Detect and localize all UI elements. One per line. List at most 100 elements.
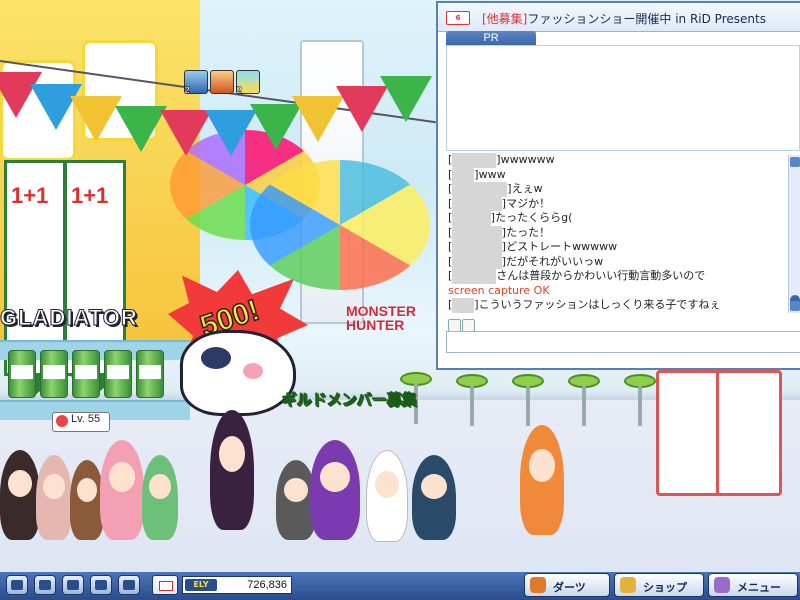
buff-count: 2	[236, 86, 243, 97]
lightning-buff-icon[interactable]: 2	[236, 70, 260, 97]
chat-message: [ﾐﾐﾐﾐﾐﾐﾐﾐﾐ]たった！	[446, 225, 786, 240]
chat-title-text: ファッションショー開催中 in RiD Presents	[527, 12, 766, 26]
message-text: さんは普段からかわいい行動言動多いので	[496, 269, 706, 282]
gladiator-logo: GLADIATOR	[0, 305, 138, 331]
tab-pr[interactable]: PR	[446, 31, 536, 45]
darts-label: ダーツ	[553, 581, 586, 594]
drink-can	[8, 350, 36, 398]
shop-label: ショップ	[643, 581, 687, 594]
guild-recruit-sign[interactable]: ギルドメンバー募集	[282, 389, 418, 410]
status-button-icon[interactable]	[6, 575, 28, 595]
message-text: ]どストレートwwwww	[501, 240, 618, 253]
message-text: ]こういうファッションはしっくり来る子ですねぇ	[474, 298, 721, 311]
bar-stool	[568, 374, 600, 426]
darts-button[interactable]: ダーツ	[524, 573, 610, 597]
ely-value: 726,836	[247, 579, 287, 591]
banner-post-right	[716, 370, 782, 496]
redacted-username[interactable]: ﾐﾐﾐﾐﾐﾐﾐﾐﾐﾐ	[452, 182, 508, 197]
drink-can	[136, 350, 164, 398]
buff-count: 2	[184, 86, 191, 97]
message-text: ]wwwwww	[496, 153, 555, 166]
message-text: ]たったくららg(	[490, 211, 573, 224]
chat-room-title: [他募集]ファッションショー開催中 in RiD Presents	[482, 10, 766, 27]
scroll-down-arrow-icon[interactable]	[790, 301, 800, 311]
banner-numeral: 1+1	[71, 183, 109, 208]
gear-menu-icon	[714, 577, 730, 593]
player-avatar[interactable]	[366, 450, 408, 542]
chat-message: [ﾐﾐﾐﾐﾐﾐﾐﾐﾐﾐ]えぇw	[446, 182, 786, 197]
menu-label: メニュー	[737, 581, 781, 594]
darts-icon	[530, 577, 546, 593]
parasol-right	[250, 160, 430, 290]
chat-room-icon: 6	[446, 11, 470, 25]
chat-log[interactable]: [ﾐﾐﾐﾐﾐﾐﾐﾐ]wwwwww [ﾐﾐﾐﾐ]www [ﾐﾐﾐﾐﾐﾐﾐﾐﾐﾐ]えぇw…	[446, 153, 786, 315]
redacted-username[interactable]: ﾐﾐﾐﾐ	[452, 298, 475, 313]
chat-room-window[interactable]: 6 [他募集]ファッションショー開催中 in RiD Presents PR […	[436, 1, 800, 370]
blue-crystal-buff-icon[interactable]: 2	[184, 70, 208, 97]
chat-message: [ﾐﾐﾐﾐ]www	[446, 167, 786, 182]
chat-message: [ﾐﾐﾐﾐﾐﾐﾐ]たったくららg(	[446, 211, 786, 226]
redacted-username[interactable]: ﾐﾐﾐﾐﾐﾐﾐﾐﾐ	[452, 254, 502, 269]
player-avatar[interactable]	[142, 455, 178, 540]
bar-stool	[456, 374, 488, 426]
redacted-username[interactable]: ﾐﾐﾐﾐﾐﾐﾐﾐ	[452, 153, 497, 168]
ely-label: ELY	[185, 579, 217, 591]
player-avatar[interactable]	[36, 455, 72, 540]
banner-post-right	[656, 370, 722, 496]
chat-message: [ﾐﾐﾐﾐ]こういうファッションはしっくり来る子ですねぇ	[446, 298, 786, 313]
ely-currency-display: ELY 726,836	[182, 576, 292, 594]
message-text: ]マジか！	[501, 196, 551, 210]
cow-mascot[interactable]	[180, 330, 296, 416]
network-button-icon[interactable]	[62, 575, 84, 595]
drink-can	[104, 350, 132, 398]
chat-message: [ﾐﾐﾐﾐﾐﾐﾐﾐﾐ]だがそれがいいっw	[446, 254, 786, 269]
pr-text-area[interactable]	[446, 45, 800, 151]
drink-can	[72, 350, 100, 398]
banner-numeral: 1+1	[11, 183, 49, 208]
level-text: Lv. 55	[71, 413, 101, 425]
message-text: ]たった！	[501, 225, 551, 239]
card-button-icon[interactable]	[90, 575, 112, 595]
player-avatar[interactable]	[412, 455, 456, 540]
chat-message: [ﾐﾐﾐﾐﾐﾐﾐﾐﾐ]どストレートwwwww	[446, 240, 786, 255]
chat-title-bar[interactable]: 6 [他募集]ファッションショー開催中 in RiD Presents	[438, 3, 800, 32]
bunting-flag	[380, 76, 432, 122]
chat-title-tag: [他募集]	[482, 12, 528, 26]
message-text: ]www	[474, 167, 506, 181]
chat-message: [ﾐﾐﾐﾐﾐﾐﾐﾐﾐ]マジか！	[446, 196, 786, 211]
level-badge-icon	[56, 415, 68, 427]
redacted-username[interactable]: ﾐﾐﾐﾐﾐﾐﾐﾐﾐ	[452, 240, 502, 255]
message-text: screen capture OK	[448, 283, 550, 297]
redacted-username[interactable]: ﾐﾐﾐﾐ	[452, 167, 475, 182]
bar-stool	[512, 374, 544, 426]
redacted-username[interactable]: ﾐﾐﾐﾐﾐﾐﾐ	[452, 211, 491, 226]
message-text: ]えぇw	[507, 182, 543, 195]
inventory-button-icon[interactable]	[34, 575, 56, 595]
player-avatar[interactable]	[310, 440, 360, 540]
menu-button[interactable]: メニュー	[708, 573, 798, 597]
player-level-tag[interactable]: Lv. 55	[52, 412, 110, 432]
redacted-username[interactable]: ﾐﾐﾐﾐﾐﾐﾐﾐﾐ	[452, 196, 502, 211]
scroll-up-arrow-icon[interactable]	[790, 157, 800, 167]
chat-message: [ﾐﾐﾐﾐﾐﾐﾐﾐさんは普段からかわいい行動言動多いので	[446, 269, 786, 284]
chat-log-scrollbar[interactable]	[788, 155, 800, 313]
redacted-username[interactable]: ﾐﾐﾐﾐﾐﾐﾐﾐﾐ	[452, 225, 502, 240]
player-avatar[interactable]	[210, 410, 254, 530]
system-message: screen capture OK	[446, 284, 786, 299]
mail-button[interactable]	[152, 575, 178, 595]
player-avatar[interactable]	[0, 450, 40, 540]
orange-pot-buff-icon[interactable]	[210, 70, 234, 94]
bar-stool	[400, 372, 432, 424]
chart-button-icon[interactable]	[118, 575, 140, 595]
chat-input[interactable]	[446, 331, 800, 353]
message-text: ]だがそれがいいっw	[501, 254, 604, 268]
player-avatar[interactable]	[520, 425, 564, 535]
redacted-username[interactable]: ﾐﾐﾐﾐﾐﾐﾐﾐ	[452, 269, 497, 284]
player-avatar[interactable]	[70, 460, 104, 540]
shop-button[interactable]: ショップ	[614, 573, 704, 597]
monster-hunter-logo: MONSTER HUNTER	[346, 303, 416, 333]
bar-stool	[624, 374, 656, 426]
player-avatar[interactable]	[100, 440, 144, 540]
shop-icon	[620, 577, 636, 593]
chat-message: [ﾐﾐﾐﾐﾐﾐﾐﾐ]wwwwww	[446, 153, 786, 168]
